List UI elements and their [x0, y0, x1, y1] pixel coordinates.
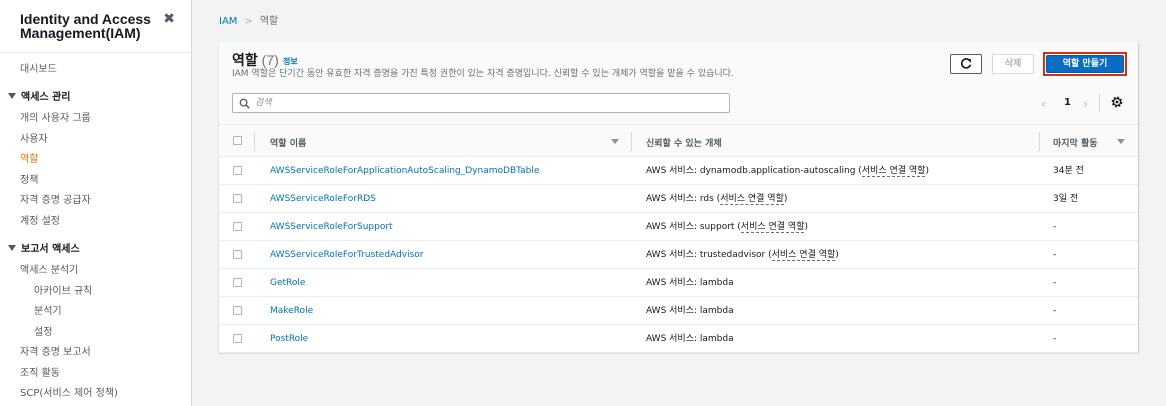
row-checkbox[interactable]	[233, 306, 242, 315]
role-name-link[interactable]: GetRole	[270, 278, 305, 289]
table-row: AWSServiceRoleForApplicationAutoScaling_…	[219, 157, 1138, 185]
row-checkbox[interactable]	[233, 250, 242, 259]
last-activity: 34분 전	[1053, 166, 1084, 176]
column-header-role-name[interactable]: 역할 이름	[270, 136, 306, 149]
table-row: AWSServiceRoleForTrustedAdvisor AWS 서비스:…	[219, 241, 1138, 269]
trusted-entity: AWS 서비스: trustedadvisor (서비스 연결 역할)	[646, 250, 839, 261]
page-title: 역할 (7)	[232, 52, 279, 68]
role-name-link[interactable]: MakeRole	[270, 306, 313, 317]
sidebar-item-users[interactable]: 사용자	[20, 134, 48, 146]
last-activity: -	[1053, 222, 1057, 232]
search-input[interactable]	[255, 96, 715, 110]
delete-button[interactable]: 삭제	[992, 54, 1034, 74]
panel-header: 역할 (7) 정보 IAM 역할은 단기간 동안 유효한 자격 증명을 가진 특…	[219, 42, 1138, 124]
trusted-entity: AWS 서비스: support (서비스 연결 역할)	[646, 222, 808, 233]
page-title-text: 역할	[232, 52, 258, 68]
sidebar-item-account-settings[interactable]: 계정 설정	[20, 216, 60, 228]
breadcrumb: IAM > 역할	[219, 16, 278, 28]
sidebar-section-label: 보고서 액세스	[21, 244, 80, 255]
last-activity: -	[1053, 306, 1057, 316]
sidebar-header: Identity and Access Management(IAM) ✖	[20, 11, 180, 40]
sidebar-title[interactable]: Identity and Access Management(IAM)	[20, 12, 155, 40]
sidebar-item-scp[interactable]: SCP(서비스 제어 정책)	[20, 388, 118, 400]
breadcrumb-separator: >	[244, 16, 253, 27]
column-header-trusted-entities[interactable]: 신뢰할 수 있는 개체	[646, 136, 722, 149]
sidebar-item-credential-report[interactable]: 자격 증명 보고서	[20, 347, 91, 359]
search-field[interactable]	[232, 93, 730, 113]
service-linked-role-link[interactable]: 서비스 연결 역할	[771, 250, 836, 261]
trusted-entity: AWS 서비스: lambda	[646, 306, 734, 316]
breadcrumb-iam-link[interactable]: IAM	[219, 16, 237, 27]
caret-down-icon	[8, 245, 16, 251]
roles-panel: 역할 (7) 정보 IAM 역할은 단기간 동안 유효한 자격 증명을 가진 특…	[219, 42, 1138, 353]
search-icon	[239, 98, 250, 109]
pagination-divider	[1099, 94, 1100, 112]
last-activity: -	[1053, 250, 1057, 260]
sidebar-item-policies[interactable]: 정책	[20, 175, 38, 187]
row-checkbox[interactable]	[233, 166, 242, 175]
sidebar-item-organization-activity[interactable]: 조직 활동	[20, 368, 60, 380]
trusted-entity: AWS 서비스: rds (서비스 연결 역할)	[646, 194, 788, 205]
role-name-link[interactable]: AWSServiceRoleForRDS	[270, 194, 376, 205]
role-name-link[interactable]: PostRole	[270, 334, 308, 345]
sidebar-item-access-analyzer[interactable]: 액세스 분석기	[20, 265, 78, 277]
column-divider	[254, 132, 255, 151]
service-linked-role-link[interactable]: 서비스 연결 역할	[720, 194, 784, 205]
last-activity: -	[1053, 334, 1057, 344]
chevron-right-icon[interactable]: ›	[1083, 97, 1088, 111]
sidebar-item-analyzers[interactable]: 분석기	[34, 306, 62, 318]
create-role-button[interactable]: 역할 만들기	[1046, 55, 1124, 73]
trusted-entity: AWS 서비스: lambda	[646, 278, 734, 288]
row-checkbox[interactable]	[233, 334, 242, 343]
sort-caret-icon[interactable]	[611, 139, 619, 144]
sidebar-section-access-management[interactable]: 액세스 관리	[8, 92, 70, 104]
page-description: IAM 역할은 단기간 동안 유효한 자격 증명을 가진 특정 권한이 있는 자…	[232, 69, 734, 79]
service-linked-role-link[interactable]: 서비스 연결 역할	[861, 166, 926, 177]
gear-icon[interactable]	[1110, 95, 1124, 109]
column-divider	[631, 132, 632, 151]
trusted-entity: AWS 서비스: lambda	[646, 334, 734, 344]
row-checkbox[interactable]	[233, 222, 242, 231]
table-row: MakeRole AWS 서비스: lambda -	[219, 297, 1138, 325]
sidebar-item-dashboard[interactable]: 대시보드	[20, 64, 57, 76]
chevron-left-icon[interactable]: ‹	[1041, 97, 1046, 111]
role-count: (7)	[261, 52, 279, 68]
sidebar: Identity and Access Management(IAM) ✖ 대시…	[0, 0, 192, 406]
last-activity: -	[1053, 278, 1057, 288]
row-checkbox[interactable]	[233, 278, 242, 287]
sidebar-divider	[0, 52, 191, 53]
sort-caret-icon[interactable]	[1117, 139, 1125, 144]
table-row: GetRole AWS 서비스: lambda -	[219, 269, 1138, 297]
close-icon[interactable]: ✖	[163, 11, 175, 27]
trusted-entity: AWS 서비스: dynamodb.application-autoscalin…	[646, 166, 929, 177]
role-name-link[interactable]: AWSServiceRoleForTrustedAdvisor	[270, 250, 423, 261]
column-header-last-activity[interactable]: 마지막 활동	[1053, 136, 1098, 149]
create-role-highlight: 역할 만들기	[1043, 52, 1127, 76]
sidebar-item-roles[interactable]: 역할	[20, 154, 38, 166]
column-divider	[1039, 132, 1040, 151]
sidebar-item-user-groups[interactable]: 개의 사용자 그룹	[20, 113, 91, 125]
last-activity: 3일 전	[1053, 194, 1079, 204]
role-name-link[interactable]: AWSServiceRoleForSupport	[270, 222, 393, 233]
caret-down-icon	[8, 93, 16, 99]
info-link[interactable]: 정보	[283, 56, 298, 67]
sidebar-section-access-reports[interactable]: 보고서 액세스	[8, 244, 80, 256]
table-row: AWSServiceRoleForSupport AWS 서비스: suppor…	[219, 213, 1138, 241]
table-row: PostRole AWS 서비스: lambda -	[219, 325, 1138, 353]
page-number[interactable]: 1	[1064, 97, 1071, 108]
select-all-checkbox[interactable]	[233, 136, 242, 145]
breadcrumb-current: 역할	[259, 16, 279, 27]
sidebar-item-archive-rules[interactable]: 아카이브 규칙	[34, 286, 92, 298]
table-row: AWSServiceRoleForRDS AWS 서비스: rds (서비스 연…	[219, 185, 1138, 213]
row-checkbox[interactable]	[233, 194, 242, 203]
table-header: 역할 이름 신뢰할 수 있는 개체 마지막 활동	[219, 124, 1138, 157]
refresh-button[interactable]	[950, 54, 982, 74]
sidebar-item-identity-providers[interactable]: 자격 증명 공급자	[20, 195, 91, 207]
refresh-icon	[960, 58, 972, 69]
sidebar-item-analyzer-settings[interactable]: 설정	[34, 327, 52, 339]
sidebar-section-label: 액세스 관리	[21, 92, 71, 103]
role-name-link[interactable]: AWSServiceRoleForApplicationAutoScaling_…	[270, 166, 539, 177]
service-linked-role-link[interactable]: 서비스 연결 역할	[740, 222, 805, 233]
